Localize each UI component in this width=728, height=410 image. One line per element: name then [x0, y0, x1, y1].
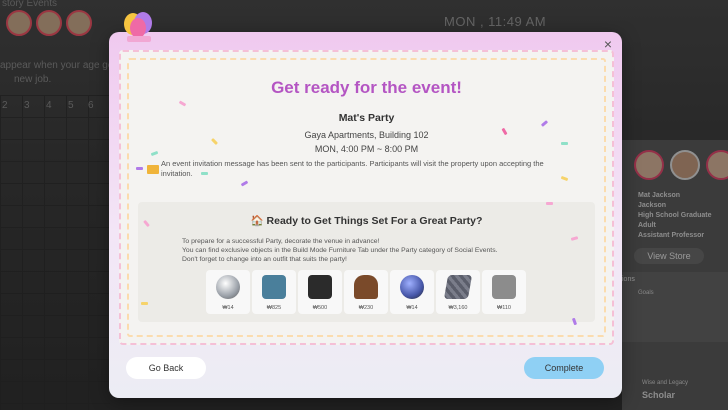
preparation-section: 🏠 Ready to Get Things Set For a Great Pa…: [138, 202, 595, 322]
complete-button[interactable]: Complete: [524, 357, 604, 379]
item-price: 500: [318, 305, 328, 311]
globe-lamp-icon: [400, 275, 424, 299]
party-location: Gaya Apartments, Building 102: [304, 130, 429, 140]
confetti: [201, 172, 208, 175]
invitation-text: An event invitation message has been sen…: [161, 159, 544, 178]
go-back-button[interactable]: Go Back: [126, 357, 206, 379]
preparation-title-text: Ready to Get Things Set For a Great Part…: [266, 215, 483, 227]
item-price: 3,160: [453, 305, 468, 311]
drink-dispenser-icon: [262, 275, 286, 299]
speaker-icon: [308, 275, 332, 299]
item-price: 14: [411, 305, 418, 311]
party-item[interactable]: ₩3,160: [436, 270, 480, 314]
party-item[interactable]: ₩500: [298, 270, 342, 314]
jukebox-icon: [354, 275, 378, 299]
party-name: Mat's Party: [338, 112, 395, 124]
mail-icon: [147, 165, 159, 174]
confetti: [136, 167, 143, 170]
confetti: [546, 202, 553, 205]
event-dialog: × Get ready for the event! Mat's Party G…: [109, 12, 622, 398]
dialog-title: Get ready for the event!: [271, 78, 462, 97]
disco-ball-icon: [216, 275, 240, 299]
dj-deck-icon: [492, 275, 516, 299]
tip-line-3: Don't forget to change into an outfit th…: [182, 256, 347, 263]
item-price: 14: [227, 305, 234, 311]
tip-line-2: You can find exclusive objects in the Bu…: [182, 247, 498, 254]
party-item[interactable]: ₩14: [390, 270, 434, 314]
item-price: 825: [272, 305, 282, 311]
dance-floor-icon: [443, 275, 473, 299]
party-item[interactable]: ₩230: [344, 270, 388, 314]
tip-line-1: To prepare for a successful Party, decor…: [182, 238, 380, 245]
party-item[interactable]: ₩825: [252, 270, 296, 314]
house-icon: 🏠: [250, 215, 267, 227]
confetti: [141, 302, 148, 305]
party-time: MON, 4:00 PM ~ 8:00 PM: [314, 144, 419, 154]
preparation-title: 🏠 Ready to Get Things Set For a Great Pa…: [138, 214, 595, 227]
balloon-icon: [124, 12, 152, 42]
item-price: 110: [502, 305, 511, 311]
event-card: Get ready for the event! Mat's Party Gay…: [119, 50, 614, 345]
item-price: 230: [364, 305, 374, 311]
confetti: [561, 142, 568, 145]
party-item[interactable]: ₩14: [206, 270, 250, 314]
party-items: ₩14 ₩825 ₩500 ₩230 ₩14 ₩3,160 ₩110: [206, 270, 526, 314]
party-item[interactable]: ₩110: [482, 270, 526, 314]
